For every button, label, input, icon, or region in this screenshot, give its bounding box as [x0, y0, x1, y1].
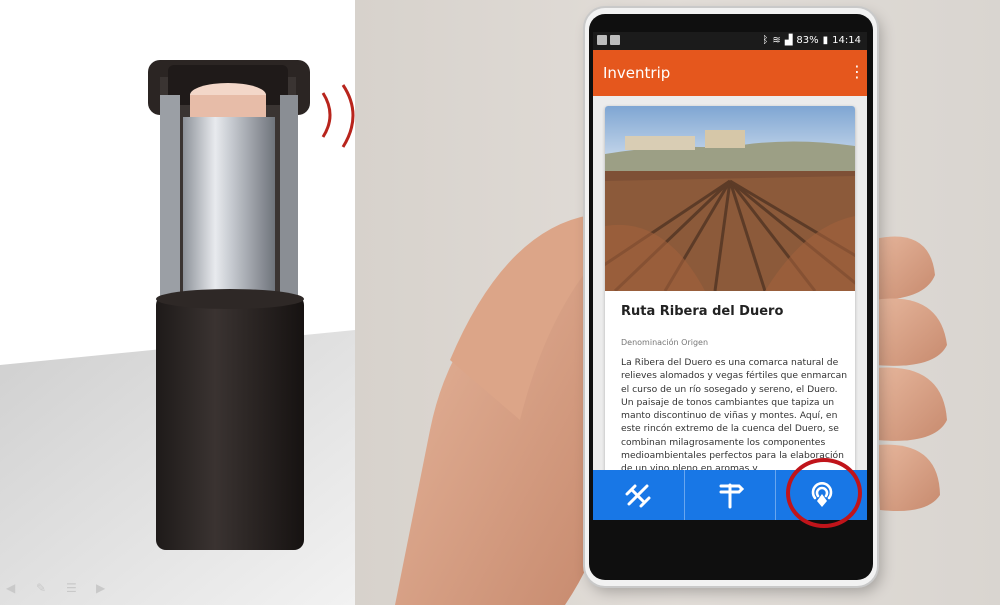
- card-description: La Ribera del Duero es una comarca natur…: [621, 357, 848, 475]
- next-slide-icon[interactable]: ▶: [96, 581, 114, 595]
- beacon-device-image: [148, 60, 310, 550]
- signal-waves-icon: [321, 84, 355, 148]
- nav-satellite-button[interactable]: [593, 470, 684, 520]
- highlight-circle: [786, 458, 862, 528]
- prev-slide-icon[interactable]: ◀: [6, 581, 24, 595]
- bluetooth-icon: ᛒ: [762, 35, 769, 46]
- app-title: Inventrip: [603, 64, 671, 82]
- battery-level: 83%: [796, 35, 819, 46]
- more-vert-icon[interactable]: ⋮: [849, 62, 865, 82]
- pen-icon[interactable]: ✎: [36, 581, 54, 595]
- menu-icon[interactable]: ☰: [66, 581, 84, 595]
- vineyard-photo: [605, 106, 855, 291]
- image-notification-icon: [610, 35, 620, 45]
- notification-icons: [597, 35, 620, 45]
- status-bar: ᛒ ≋ ▟ 83% ▮ 14:14: [593, 32, 867, 50]
- satellite-icon: [625, 484, 651, 508]
- wifi-icon: ≋: [772, 35, 781, 46]
- nav-signpost-button[interactable]: [683, 470, 776, 520]
- clock: 14:14: [832, 35, 861, 46]
- notification-icon: [597, 35, 607, 45]
- battery-icon: ▮: [822, 35, 829, 46]
- card-subtitle: Denominación Origen: [621, 338, 709, 347]
- signpost-icon: [719, 483, 745, 509]
- signal-icon: ▟: [784, 35, 793, 46]
- route-card[interactable]: Ruta Ribera del Duero Denominación Orige…: [605, 106, 855, 506]
- phone-screen: ᛒ ≋ ▟ 83% ▮ 14:14 Inventrip ⋮ Ruta Riber…: [593, 32, 867, 520]
- status-indicators: ᛒ ≋ ▟ 83% ▮ 14:14: [762, 32, 861, 50]
- card-title: Ruta Ribera del Duero: [621, 304, 784, 319]
- app-toolbar: Inventrip ⋮: [593, 50, 867, 96]
- slide-controls: ◀ ✎ ☰ ▶: [6, 581, 114, 595]
- beacon-product-panel: ◀ ✎ ☰ ▶: [0, 0, 355, 605]
